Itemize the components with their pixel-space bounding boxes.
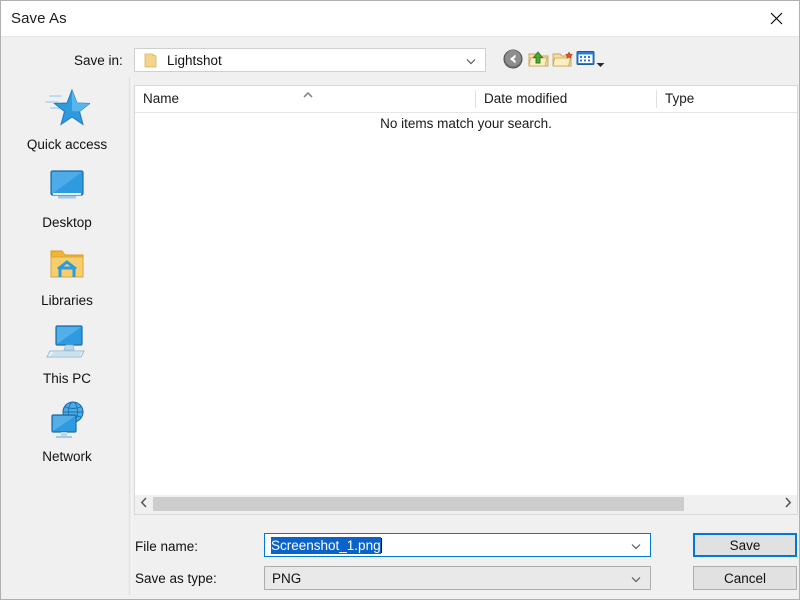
new-folder-button[interactable] [552,49,574,71]
chevron-right-icon [784,495,792,513]
this-pc-computer-icon [10,319,124,367]
back-arrow-icon [503,56,523,73]
views-button[interactable] [576,49,606,71]
scrollbar-thumb[interactable] [153,497,684,511]
folder-icon [144,53,157,68]
column-header-type[interactable]: Type [657,86,797,112]
text-caret [381,538,382,553]
places-sidebar: Quick access Desktop [2,77,130,595]
file-name-value: Screenshot_1.png [271,537,381,554]
sidebar-item-label: Libraries [10,292,124,309]
save-in-label: Save in: [74,53,123,68]
save-button[interactable]: Save [693,533,797,557]
cancel-button[interactable]: Cancel [693,566,797,590]
dialog-title: Save As [11,10,67,28]
sidebar-item-label: Quick access [10,136,124,153]
title-bar: Save As [1,1,799,37]
chevron-down-icon[interactable] [630,539,642,551]
save-as-type-value: PNG [272,570,301,587]
file-name-input[interactable]: Screenshot_1.png [264,533,651,557]
sidebar-item-this-pc[interactable]: This PC [10,319,124,397]
up-one-level-button[interactable] [528,49,550,71]
sidebar-item-desktop[interactable]: Desktop [10,163,124,241]
sort-ascending-chevron-icon [302,86,314,94]
sidebar-item-network[interactable]: Network [10,397,124,475]
scroll-left-button[interactable] [135,495,153,513]
back-button[interactable] [503,49,525,71]
quick-access-star-icon [10,85,124,133]
folder-up-arrow-icon [528,56,549,73]
sidebar-item-label: Desktop [10,214,124,231]
file-name-label: File name: [135,539,198,554]
views-dropdown-chevron-icon [596,55,605,73]
save-in-value: Lightshot [167,52,222,70]
chevron-left-icon [140,495,148,513]
views-grid-icon [576,54,595,71]
close-icon [770,12,783,25]
file-list-header: Name Date modified Type [135,86,797,113]
libraries-folder-icon [10,241,124,289]
horizontal-scrollbar[interactable] [134,495,798,515]
sidebar-item-libraries[interactable]: Libraries [10,241,124,319]
save-as-type-label: Save as type: [135,571,217,586]
sidebar-divider [128,77,132,595]
new-folder-icon [552,56,574,73]
scroll-right-button[interactable] [779,495,797,513]
column-header-date-modified[interactable]: Date modified [476,86,657,112]
chevron-down-icon[interactable] [630,572,642,584]
chevron-down-icon [465,54,477,66]
save-as-type-combobox[interactable]: PNG [264,566,651,590]
close-button[interactable] [753,1,799,35]
desktop-monitor-icon [10,163,124,211]
empty-list-message: No items match your search. [135,116,797,131]
sidebar-item-label: This PC [10,370,124,387]
network-globe-icon [10,397,124,445]
sidebar-item-quick-access[interactable]: Quick access [10,85,124,163]
sidebar-item-label: Network [10,448,124,465]
file-list: Name Date modified Type No items match y… [134,85,798,495]
save-in-combobox[interactable]: Lightshot [134,48,486,72]
save-as-dialog: Save As Save in: Lightshot [0,0,800,600]
